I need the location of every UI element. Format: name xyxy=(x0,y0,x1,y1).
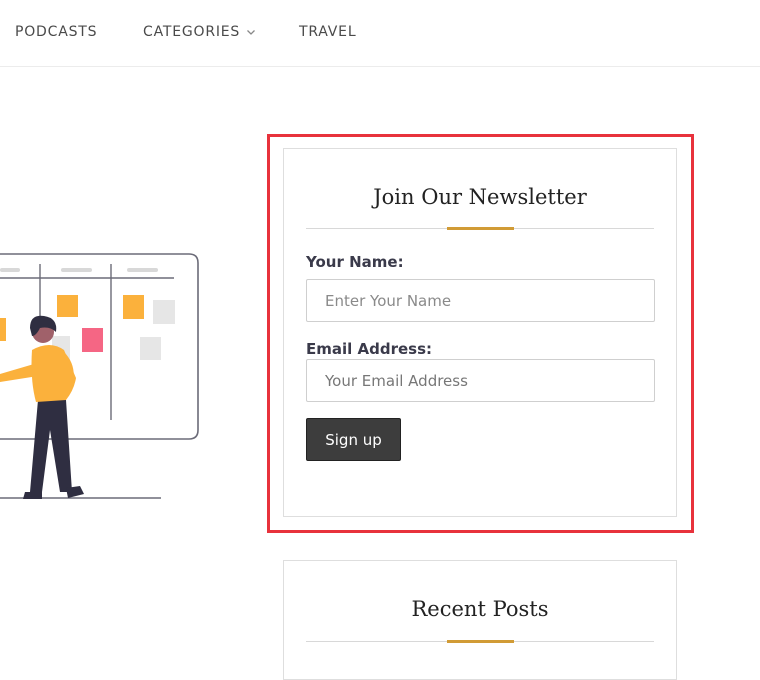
nav-item-categories[interactable]: CATEGORIES xyxy=(143,24,256,40)
nav-item-podcasts[interactable]: PODCASTS xyxy=(15,24,97,40)
title-accent-bar xyxy=(447,227,514,230)
name-input[interactable] xyxy=(306,279,655,322)
newsletter-title: Join Our Newsletter xyxy=(373,185,587,209)
top-navigation: PODCASTS CATEGORIES TRAVEL xyxy=(0,0,760,67)
chevron-down-icon xyxy=(247,30,256,35)
sign-up-button[interactable]: Sign up xyxy=(306,418,401,461)
title-accent-bar xyxy=(447,640,514,643)
nav-item-categories-label: CATEGORIES xyxy=(143,24,241,40)
name-field-label: Your Name: xyxy=(306,253,404,271)
email-input[interactable] xyxy=(306,359,655,402)
recent-posts-widget: Recent Posts xyxy=(283,560,677,680)
newsletter-widget: Join Our Newsletter Your Name: Email Add… xyxy=(283,148,677,517)
kanban-board-illustration xyxy=(0,253,199,499)
nav-item-travel[interactable]: TRAVEL xyxy=(299,24,356,40)
recent-posts-title: Recent Posts xyxy=(411,597,549,621)
email-field-label: Email Address: xyxy=(306,340,433,358)
